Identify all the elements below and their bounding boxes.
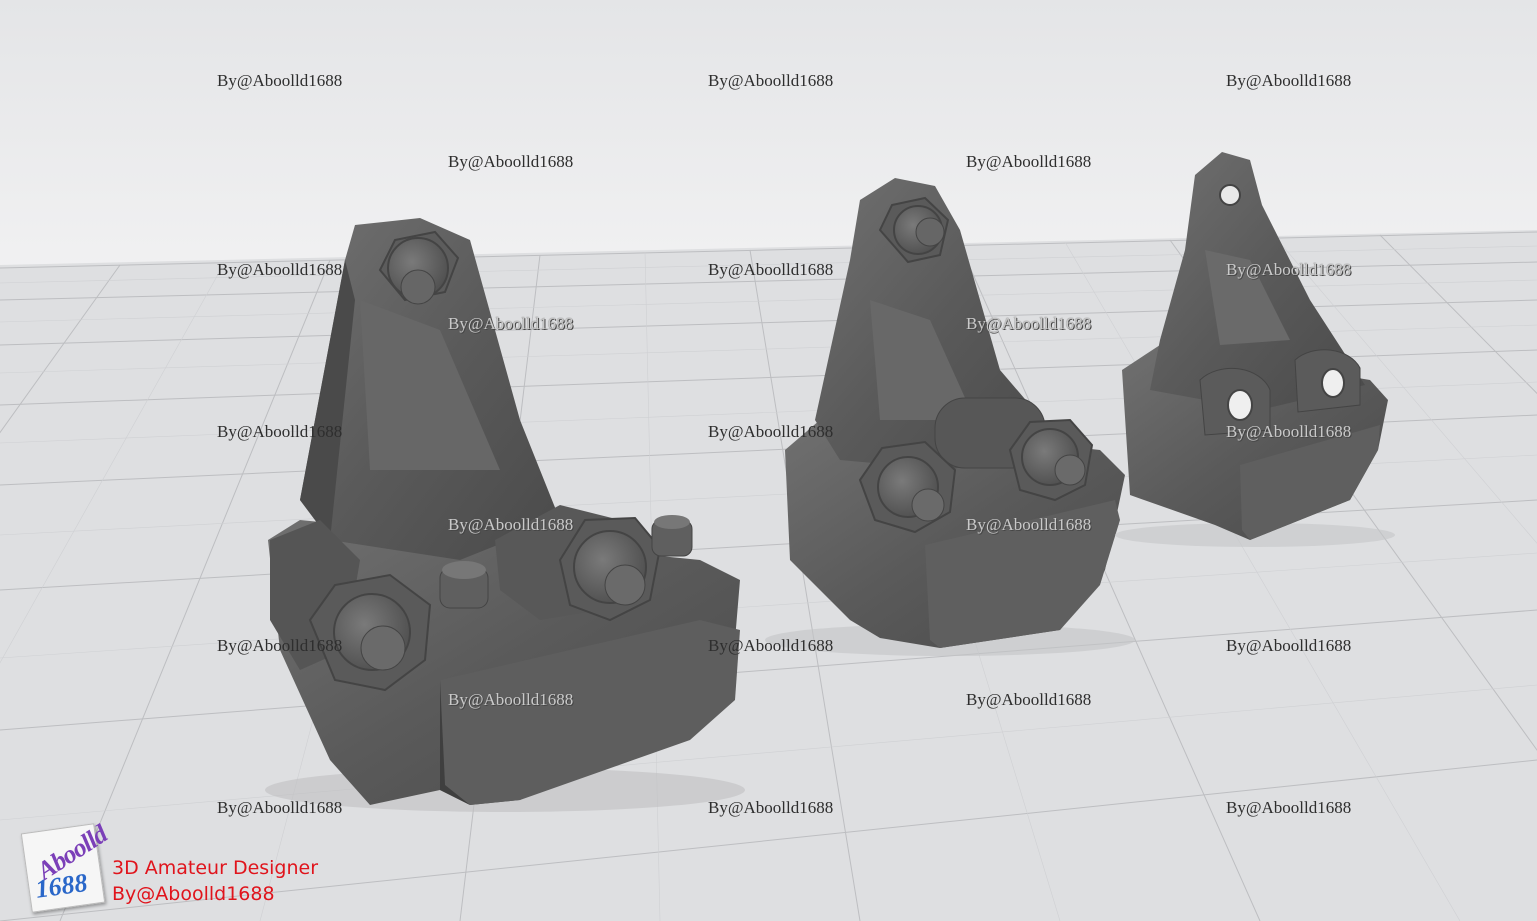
watermark-text: By@Aboolld1688 (708, 260, 834, 279)
watermark-text: By@Aboolld1688 (1226, 422, 1352, 441)
watermark-text: By@Aboolld1688 (1226, 260, 1352, 279)
watermark-text: By@Aboolld1688 (217, 798, 343, 817)
watermark-text: By@Aboolld1688 (966, 152, 1092, 171)
watermark-text: By@Aboolld1688 (217, 422, 343, 441)
watermark-text: By@Aboolld1688 (1226, 71, 1352, 90)
watermark-text: By@Aboolld1688 (966, 515, 1092, 534)
watermark-text: By@Aboolld1688 (966, 314, 1092, 333)
watermark-text: By@Aboolld1688 (966, 690, 1092, 709)
credit-line-handle: By@Aboolld1688 (112, 883, 275, 905)
watermark-text: By@Aboolld1688 (217, 71, 343, 90)
watermark-text: By@Aboolld1688 (1226, 798, 1352, 817)
watermark-text: By@Aboolld1688 (708, 422, 834, 441)
watermark-text: By@Aboolld1688 (448, 152, 574, 171)
credit-line-title: 3D Amateur Designer (112, 857, 319, 879)
render-viewport (0, 0, 1537, 921)
watermark-text: By@Aboolld1688 (217, 636, 343, 655)
logo-number: 1688 (33, 867, 90, 904)
watermark-text: By@Aboolld1688 (448, 314, 574, 333)
aboolld-logo: Aboolld 1688 (20, 819, 112, 913)
watermark-text: By@Aboolld1688 (708, 71, 834, 90)
designer-credit: Aboolld 1688 3D Amateur Designer By@Aboo… (20, 819, 442, 916)
watermark-text: By@Aboolld1688 (217, 260, 343, 279)
watermark-text: By@Aboolld1688 (448, 515, 574, 534)
watermark-text: By@Aboolld1688 (1226, 636, 1352, 655)
watermark-text: By@Aboolld1688 (448, 690, 574, 709)
watermark-text: By@Aboolld1688 (708, 798, 834, 817)
watermark-text: By@Aboolld1688 (708, 636, 834, 655)
